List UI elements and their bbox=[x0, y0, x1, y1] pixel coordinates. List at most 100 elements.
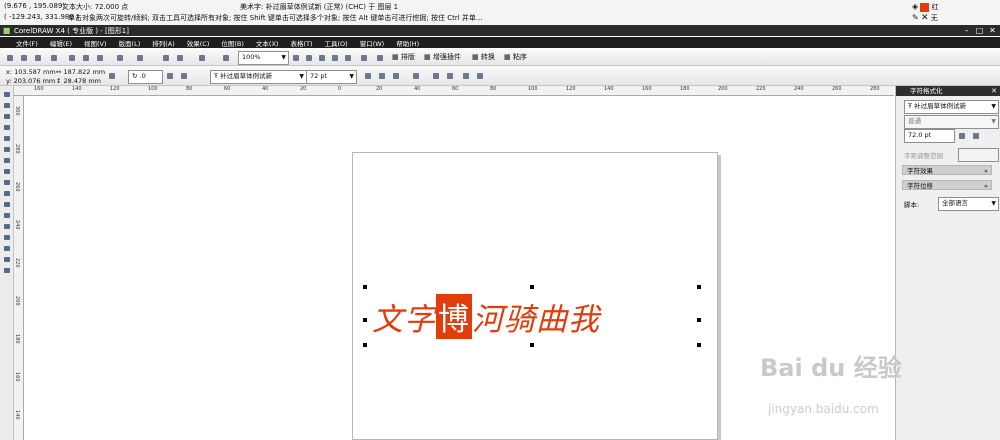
copy-icon[interactable] bbox=[80, 52, 93, 65]
menu-item[interactable]: 视图(V) bbox=[84, 38, 107, 48]
docker-font-select[interactable]: Ŧ 补过眉草体例试新 ▼ bbox=[904, 100, 999, 114]
plugins-button[interactable]: ▦ 增强插件 bbox=[424, 52, 461, 62]
mirror-v-icon[interactable] bbox=[178, 70, 191, 83]
minimize-icon[interactable]: – bbox=[962, 26, 971, 35]
snap-icon[interactable] bbox=[358, 52, 371, 65]
selection-handle[interactable] bbox=[530, 285, 534, 289]
zoom-in-icon[interactable] bbox=[290, 52, 303, 65]
y-position-field[interactable]: y: 203.076 mm bbox=[6, 77, 55, 85]
align-icon[interactable] bbox=[410, 70, 423, 83]
vertical-ruler[interactable]: 300 280 260 240 220 200 180 160 140 bbox=[14, 96, 24, 440]
x-position-field[interactable]: x: 103.587 mm bbox=[6, 68, 56, 76]
rotation-field[interactable]: ↻ .0 bbox=[128, 70, 163, 84]
bold-icon[interactable] bbox=[362, 70, 375, 83]
zoom-out-icon[interactable] bbox=[303, 52, 316, 65]
layout-button[interactable]: ▦ 排版 bbox=[392, 52, 415, 62]
width-field[interactable]: ↔ 187.822 mm bbox=[56, 68, 105, 76]
rectangle-tool-icon[interactable] bbox=[2, 156, 12, 165]
lock-ratio-icon[interactable] bbox=[106, 70, 119, 83]
undo-icon[interactable] bbox=[114, 52, 127, 65]
polygon-tool-icon[interactable] bbox=[2, 178, 12, 187]
font-size-select[interactable]: 72 pt ▼ bbox=[306, 70, 357, 84]
height-field[interactable]: ↕ 28.478 mm bbox=[56, 77, 101, 85]
smart-fill-icon[interactable] bbox=[2, 145, 12, 154]
save-icon[interactable] bbox=[32, 52, 45, 65]
basic-shapes-icon[interactable] bbox=[2, 189, 12, 198]
eyedropper-icon[interactable] bbox=[2, 233, 12, 242]
italic-icon[interactable] bbox=[376, 70, 389, 83]
redo-icon[interactable] bbox=[134, 52, 147, 65]
menu-item[interactable]: 工具(O) bbox=[325, 38, 348, 48]
menu-item[interactable]: 帮助(H) bbox=[396, 38, 419, 48]
horizontal-text-icon[interactable] bbox=[460, 70, 473, 83]
mirror-h-icon[interactable] bbox=[164, 70, 177, 83]
menu-item[interactable]: 排列(A) bbox=[152, 38, 175, 48]
underline-icon[interactable] bbox=[390, 70, 403, 83]
zoom-select[interactable]: 100% ▼ bbox=[238, 51, 289, 65]
menu-item[interactable]: 窗口(W) bbox=[360, 38, 385, 48]
docker-size-field[interactable]: 72.0 pt bbox=[904, 129, 955, 143]
selection-handle[interactable] bbox=[697, 343, 701, 347]
zoom-tool-icon[interactable] bbox=[2, 123, 12, 132]
paste-icon[interactable] bbox=[94, 52, 107, 65]
selection-handle[interactable] bbox=[363, 318, 367, 322]
selection-handle[interactable] bbox=[697, 285, 701, 289]
open-icon[interactable] bbox=[18, 52, 31, 65]
paste-order-button[interactable]: ▦ 粘序 bbox=[504, 52, 527, 62]
convert-button[interactable]: ▦ 转换 bbox=[472, 52, 495, 62]
selection-handle[interactable] bbox=[363, 343, 367, 347]
freehand-tool-icon[interactable] bbox=[2, 134, 12, 143]
vertical-text-icon[interactable] bbox=[474, 70, 487, 83]
zoom-selected-icon[interactable] bbox=[316, 52, 329, 65]
font-select[interactable]: Ŧ 补过眉草体例试新 ▼ bbox=[210, 70, 307, 84]
cut-icon[interactable] bbox=[66, 52, 79, 65]
fill-icon[interactable] bbox=[2, 255, 12, 264]
publish-icon[interactable] bbox=[196, 52, 209, 65]
import-icon[interactable] bbox=[160, 52, 173, 65]
character-effects-section[interactable]: 字符效果» bbox=[902, 165, 992, 175]
ellipse-tool-icon[interactable] bbox=[2, 167, 12, 176]
ruler-tick-label: 240 bbox=[794, 86, 804, 92]
selection-handle[interactable] bbox=[530, 343, 534, 347]
ruler-tick-label: 80 bbox=[490, 86, 497, 92]
outline-icon[interactable] bbox=[2, 244, 12, 253]
zoom-all-icon[interactable] bbox=[329, 52, 342, 65]
app-launcher-icon[interactable] bbox=[220, 52, 233, 65]
kerning-field[interactable] bbox=[958, 148, 999, 162]
table-tool-icon[interactable] bbox=[2, 211, 12, 220]
print-icon[interactable] bbox=[48, 52, 61, 65]
options-icon[interactable] bbox=[374, 52, 387, 65]
character-shift-section[interactable]: 字符位移» bbox=[902, 180, 992, 190]
maximize-icon[interactable]: □ bbox=[975, 26, 984, 35]
docker-style-select[interactable]: 普通 ▼ bbox=[904, 115, 999, 129]
menu-item[interactable]: 文件(F) bbox=[16, 38, 38, 48]
menu-item[interactable]: 效果(C) bbox=[187, 38, 210, 48]
menu-item[interactable]: 表格(T) bbox=[290, 38, 312, 48]
script-select[interactable]: 全部语言 ▼ bbox=[938, 197, 999, 211]
docker-close-icon[interactable]: ✕ bbox=[991, 87, 997, 95]
selection-handle[interactable] bbox=[363, 285, 367, 289]
menu-item[interactable]: 编辑(E) bbox=[50, 38, 72, 48]
zoom-page-icon[interactable] bbox=[342, 52, 355, 65]
artistic-text[interactable]: 文字博河骑曲我 bbox=[372, 294, 600, 339]
export-icon[interactable] bbox=[174, 52, 187, 65]
shape-tool-icon[interactable] bbox=[2, 101, 12, 110]
underline-icon[interactable] bbox=[956, 130, 969, 143]
menu-item[interactable]: 版面(L) bbox=[119, 38, 141, 48]
color-icon[interactable] bbox=[970, 130, 983, 143]
interactive-blend-icon[interactable] bbox=[2, 222, 12, 231]
edit-text-icon[interactable] bbox=[444, 70, 457, 83]
horizontal-ruler[interactable]: 160 140 120 100 80 60 40 20 0 20 40 60 80 100 120 140 16… bbox=[14, 86, 918, 96]
fill-indicator[interactable]: ◈ 红 bbox=[912, 2, 939, 12]
text-tool-icon[interactable] bbox=[2, 200, 12, 209]
menu-item[interactable]: 位图(B) bbox=[221, 38, 244, 48]
menu-item[interactable]: 文本(X) bbox=[256, 38, 279, 48]
selection-handle[interactable] bbox=[697, 318, 701, 322]
new-icon[interactable] bbox=[4, 52, 17, 65]
interactive-fill-icon[interactable] bbox=[2, 266, 12, 275]
format-text-icon[interactable] bbox=[430, 70, 443, 83]
pick-tool-icon[interactable] bbox=[2, 90, 12, 99]
close-icon[interactable]: ✕ bbox=[988, 26, 997, 35]
crop-tool-icon[interactable] bbox=[2, 112, 12, 121]
outline-indicator[interactable]: ✎ ✕ 无 bbox=[912, 13, 938, 23]
